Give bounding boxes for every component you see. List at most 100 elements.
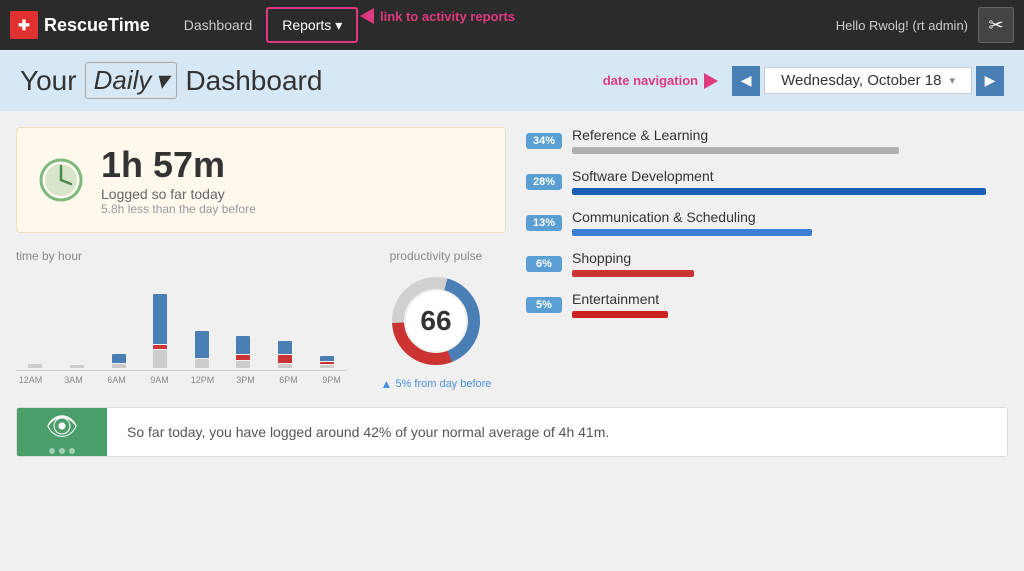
bar-gray bbox=[236, 361, 250, 368]
bar-gray bbox=[278, 364, 292, 369]
dashboard-label: Dashboard bbox=[185, 65, 322, 97]
bar-gray bbox=[153, 350, 167, 368]
navbar-right: Hello Rwolg! (rt admin) ✂ bbox=[836, 7, 1014, 43]
bar-blue bbox=[320, 356, 334, 361]
category-block: Shopping bbox=[572, 250, 1008, 277]
pct-badge: 13% bbox=[526, 215, 562, 231]
arrow-right-icon bbox=[704, 73, 718, 89]
category-block: Entertainment bbox=[572, 291, 1008, 318]
nav-dashboard[interactable]: Dashboard bbox=[170, 0, 267, 50]
clock-icon bbox=[37, 156, 85, 204]
time-label: 12AM bbox=[16, 375, 45, 385]
category-item: 13% Communication & Scheduling bbox=[526, 209, 1008, 236]
bar-group bbox=[16, 271, 55, 368]
pct-badge: 6% bbox=[526, 256, 562, 272]
bar-group bbox=[266, 271, 305, 368]
pct-badge: 28% bbox=[526, 174, 562, 190]
category-item: 6% Shopping bbox=[526, 250, 1008, 277]
category-name: Shopping bbox=[572, 250, 1008, 266]
bar-group bbox=[58, 271, 97, 368]
time-label: 6AM bbox=[102, 375, 131, 385]
time-label: 9AM bbox=[145, 375, 174, 385]
bar-chart-title: time by hour bbox=[16, 249, 346, 263]
brand: ✚ RescueTime bbox=[10, 11, 150, 39]
date-annotation: date navigation bbox=[603, 73, 718, 89]
left-panel: 1h 57m Logged so far today 5.8h less tha… bbox=[16, 127, 506, 391]
bar-red bbox=[236, 355, 250, 360]
category-block: Reference & Learning bbox=[572, 127, 1008, 154]
stats-label: Logged so far today bbox=[101, 186, 256, 202]
hello-text: Hello Rwolg! (rt admin) bbox=[836, 18, 968, 33]
daily-caret: ▾ bbox=[155, 65, 168, 96]
eye-icon: 👁 bbox=[45, 411, 78, 442]
up-arrow-icon: ▲ bbox=[381, 377, 393, 391]
bar-gray bbox=[70, 365, 84, 368]
bar-blue bbox=[153, 294, 167, 344]
page-title: Your Daily ▾ Dashboard bbox=[20, 62, 322, 99]
bar-chart bbox=[16, 271, 346, 371]
time-label: 12PM bbox=[188, 375, 217, 385]
bar-blue bbox=[195, 331, 209, 358]
annotation-reports: link to activity reports bbox=[360, 8, 515, 24]
subheader: Your Daily ▾ Dashboard date navigation ◀… bbox=[0, 50, 1024, 111]
category-name: Reference & Learning bbox=[572, 127, 1008, 143]
footer-icon-area: 👁 bbox=[17, 408, 107, 456]
donut-number: 66 bbox=[420, 305, 451, 337]
daily-selector[interactable]: Daily ▾ bbox=[85, 62, 178, 99]
your-label: Your bbox=[20, 65, 77, 97]
category-bar-fill bbox=[572, 311, 668, 318]
pct-badge: 5% bbox=[526, 297, 562, 313]
dot-3 bbox=[69, 448, 75, 454]
bar-group bbox=[307, 271, 346, 368]
bar-chart-section: time by hour 12AM3AM6AM9AM12PM3PM6PM9PM bbox=[16, 249, 346, 391]
footer-dots bbox=[49, 448, 75, 454]
bar-red bbox=[278, 355, 292, 362]
bar-red bbox=[153, 345, 167, 350]
date-display: Wednesday, October 18 ▾ bbox=[764, 67, 972, 94]
bar-gray bbox=[320, 365, 334, 368]
nav-reports[interactable]: Reports ▾ bbox=[266, 7, 358, 43]
donut-chart: 66 bbox=[386, 271, 486, 371]
bar-group bbox=[183, 271, 222, 368]
time-label: 3AM bbox=[59, 375, 88, 385]
category-bar-fill bbox=[572, 147, 899, 154]
category-bar-wrap bbox=[572, 188, 1008, 195]
bar-gray bbox=[112, 364, 126, 369]
category-item: 5% Entertainment bbox=[526, 291, 1008, 318]
next-date-button[interactable]: ▶ bbox=[976, 66, 1004, 96]
footer-text: So far today, you have logged around 42%… bbox=[107, 408, 1007, 456]
donut-section: productivity pulse 66 ▲ bbox=[366, 249, 506, 391]
category-bar-fill bbox=[572, 229, 812, 236]
navbar: ✚ RescueTime Dashboard Reports ▾ link to… bbox=[0, 0, 1024, 50]
time-labels: 12AM3AM6AM9AM12PM3PM6PM9PM bbox=[16, 375, 346, 385]
bar-red bbox=[320, 362, 334, 365]
bar-blue bbox=[112, 354, 126, 363]
tools-button[interactable]: ✂ bbox=[978, 7, 1014, 43]
dot-2 bbox=[59, 448, 65, 454]
date-nav: date navigation ◀ Wednesday, October 18 … bbox=[603, 66, 1004, 96]
bar-gray bbox=[195, 359, 209, 368]
category-bar-wrap bbox=[572, 311, 1008, 318]
bar-group bbox=[99, 271, 138, 368]
category-name: Communication & Scheduling bbox=[572, 209, 1008, 225]
stats-sublabel: 5.8h less than the day before bbox=[101, 202, 256, 216]
pct-badge: 34% bbox=[526, 133, 562, 149]
date-caret: ▾ bbox=[949, 74, 955, 87]
main-content: 1h 57m Logged so far today 5.8h less tha… bbox=[0, 111, 1024, 407]
category-bar-wrap bbox=[572, 270, 1008, 277]
donut-title: productivity pulse bbox=[366, 249, 506, 263]
stats-time: 1h 57m bbox=[101, 144, 256, 186]
category-bar-wrap bbox=[572, 147, 1008, 154]
reports-dropdown[interactable]: Reports ▾ bbox=[282, 17, 342, 34]
time-label: 9PM bbox=[317, 375, 346, 385]
time-label: 6PM bbox=[274, 375, 303, 385]
bar-group bbox=[141, 271, 180, 368]
prev-date-button[interactable]: ◀ bbox=[732, 66, 760, 96]
bar-blue bbox=[236, 336, 250, 354]
category-bar-fill bbox=[572, 270, 694, 277]
category-block: Software Development bbox=[572, 168, 1008, 195]
category-block: Communication & Scheduling bbox=[572, 209, 1008, 236]
dropdown-caret: ▾ bbox=[335, 17, 342, 34]
category-bar-fill bbox=[572, 188, 986, 195]
stats-info: 1h 57m Logged so far today 5.8h less tha… bbox=[101, 144, 256, 216]
